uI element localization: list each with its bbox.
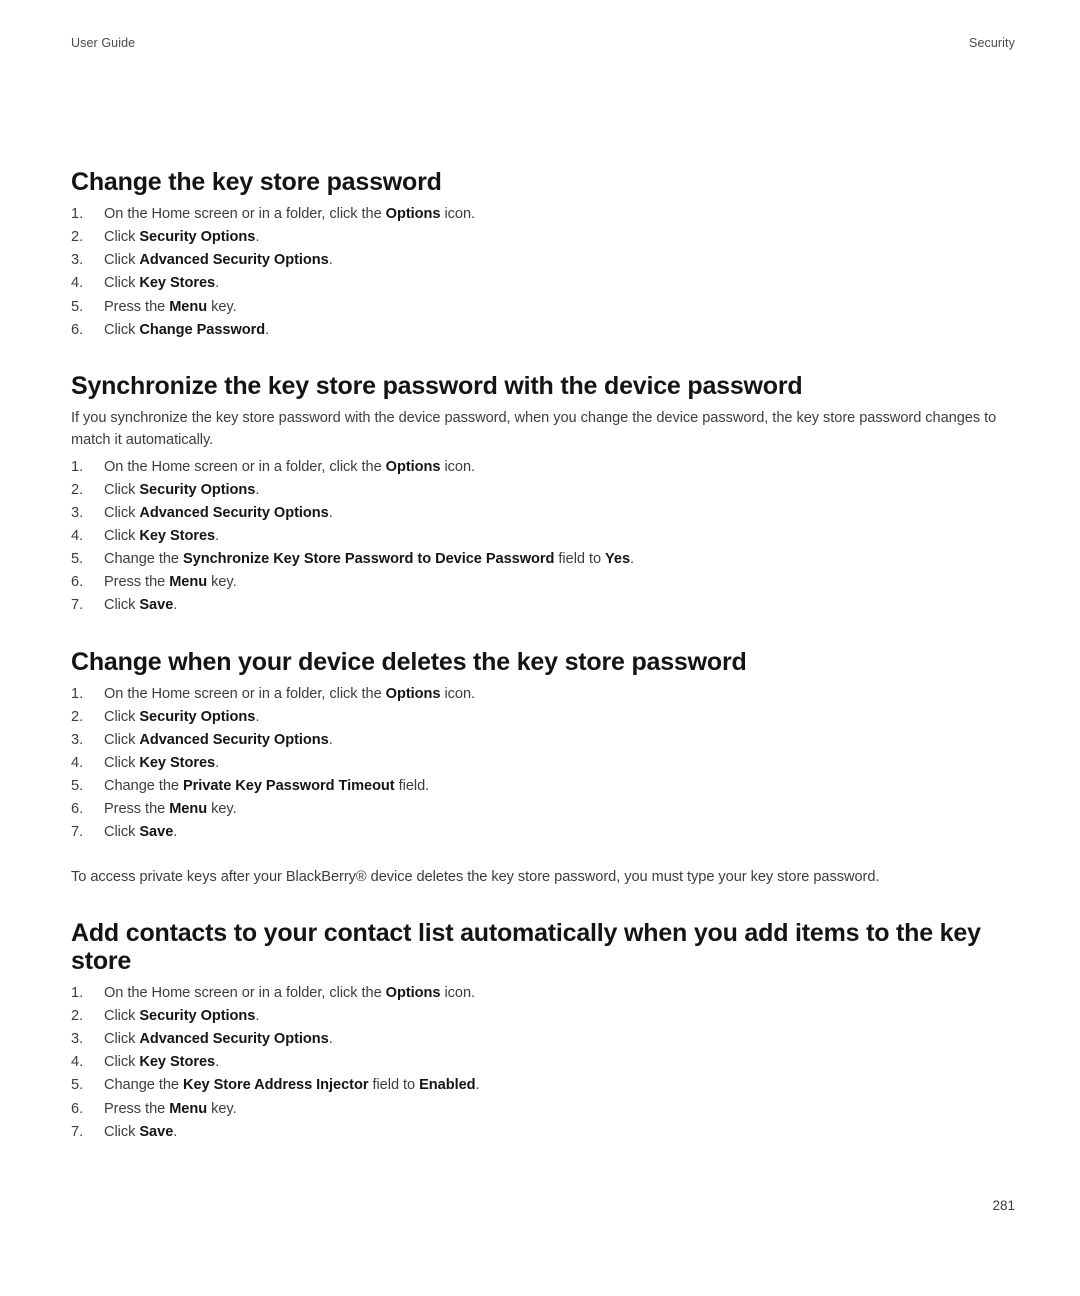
ui-term: Save — [139, 824, 174, 841]
ui-term: Save — [139, 597, 174, 614]
step-item: On the Home screen or in a folder, click… — [71, 982, 476, 1005]
step-item: Press the Menu key. — [71, 798, 237, 821]
step-list: On the Home screen or in a folder, click… — [71, 982, 1017, 1144]
ui-term: Options — [385, 458, 441, 475]
step-item: Click Save. — [71, 594, 178, 617]
running-header-left: User Guide — [71, 36, 136, 50]
document-section: Change when your device deletes the key … — [71, 648, 1017, 889]
step-item: Click Security Options. — [71, 479, 260, 502]
step-item: Change the Synchronize Key Store Passwor… — [71, 548, 635, 571]
ui-term: Security Options — [139, 481, 256, 498]
section-heading: Change the key store password — [71, 168, 442, 196]
step-item: On the Home screen or in a folder, click… — [71, 683, 476, 706]
ui-term: Security Options — [139, 229, 256, 246]
running-header: User Guide Security — [71, 36, 1015, 50]
step-item: Click Advanced Security Options. — [71, 729, 333, 752]
step-item: Press the Menu key. — [71, 1098, 237, 1121]
document-body: Change the key store password On the Home… — [71, 168, 1017, 1144]
page-number: 281 — [992, 1198, 1015, 1213]
ui-term: Menu — [169, 801, 208, 818]
step-item: Click Advanced Security Options. — [71, 249, 333, 272]
step-item: Click Security Options. — [71, 226, 260, 249]
ui-term: Save — [139, 1123, 174, 1140]
step-item: Click Key Stores. — [71, 1051, 220, 1074]
step-item: Click Security Options. — [71, 706, 260, 729]
step-item: Press the Menu key. — [71, 296, 237, 319]
step-item: Click Change Password. — [71, 319, 270, 342]
ui-term: Options — [385, 206, 441, 222]
ui-term: Key Stores — [139, 275, 216, 292]
ui-term: Key Stores — [139, 1054, 216, 1071]
section-heading: Change when your device deletes the key … — [71, 647, 747, 676]
ui-term: Advanced Security Options — [139, 731, 329, 748]
ui-term: Key Stores — [139, 528, 216, 545]
ui-term: Security Options — [139, 708, 256, 725]
section-heading: Synchronize the key store password with … — [71, 371, 803, 400]
ui-term: Change Password — [139, 321, 266, 338]
document-section: Change the key store password On the Home… — [71, 168, 1017, 342]
document-section: Synchronize the key store password with … — [71, 372, 1017, 618]
ui-term: Menu — [169, 298, 208, 315]
step-item: On the Home screen or in a folder, click… — [71, 456, 476, 479]
ui-term: Menu — [169, 1100, 208, 1117]
ui-term: Advanced Security Options — [139, 504, 329, 521]
ui-term: Enabled — [419, 1077, 476, 1094]
section-intro-paragraph: If you synchronize the key store passwor… — [71, 409, 997, 449]
section-note-paragraph: To access private keys after your BlackB… — [71, 869, 880, 886]
step-item: Click Key Stores. — [71, 525, 220, 548]
step-item: Click Save. — [71, 1121, 178, 1144]
document-section: Add contacts to your contact list automa… — [71, 919, 1017, 1144]
step-item: Click Security Options. — [71, 1005, 260, 1028]
ui-term: Yes — [605, 551, 631, 568]
step-item: Click Key Stores. — [71, 752, 220, 775]
ui-term: Menu — [169, 574, 208, 591]
ui-term: Private Key Password Timeout — [182, 778, 395, 795]
step-item: Click Key Stores. — [71, 272, 220, 295]
step-list: On the Home screen or in a folder, click… — [71, 456, 1017, 618]
step-item: On the Home screen or in a folder, click… — [71, 203, 476, 226]
step-list: On the Home screen or in a folder, click… — [71, 203, 1017, 342]
step-item: Change the Private Key Password Timeout … — [71, 775, 430, 798]
running-header-right: Security — [969, 36, 1015, 50]
section-heading: Add contacts to your contact list automa… — [71, 918, 981, 975]
ui-term: Key Store Address Injector — [182, 1077, 369, 1094]
ui-term: Key Stores — [139, 754, 216, 771]
ui-term: Options — [385, 685, 441, 702]
step-item: Change the Key Store Address Injector fi… — [71, 1074, 480, 1097]
step-item: Click Save. — [71, 821, 178, 844]
ui-term: Advanced Security Options — [139, 252, 329, 269]
step-list: On the Home screen or in a folder, click… — [71, 683, 1017, 845]
ui-term: Advanced Security Options — [139, 1031, 329, 1048]
step-item: Click Advanced Security Options. — [71, 502, 333, 525]
ui-term: Security Options — [139, 1008, 256, 1025]
ui-term: Synchronize Key Store Password to Device… — [182, 551, 555, 568]
ui-term: Options — [385, 984, 441, 1001]
step-item: Click Advanced Security Options. — [71, 1028, 333, 1051]
document-page: User Guide Security Change the key store… — [0, 0, 1080, 1296]
step-item: Press the Menu key. — [71, 571, 237, 594]
